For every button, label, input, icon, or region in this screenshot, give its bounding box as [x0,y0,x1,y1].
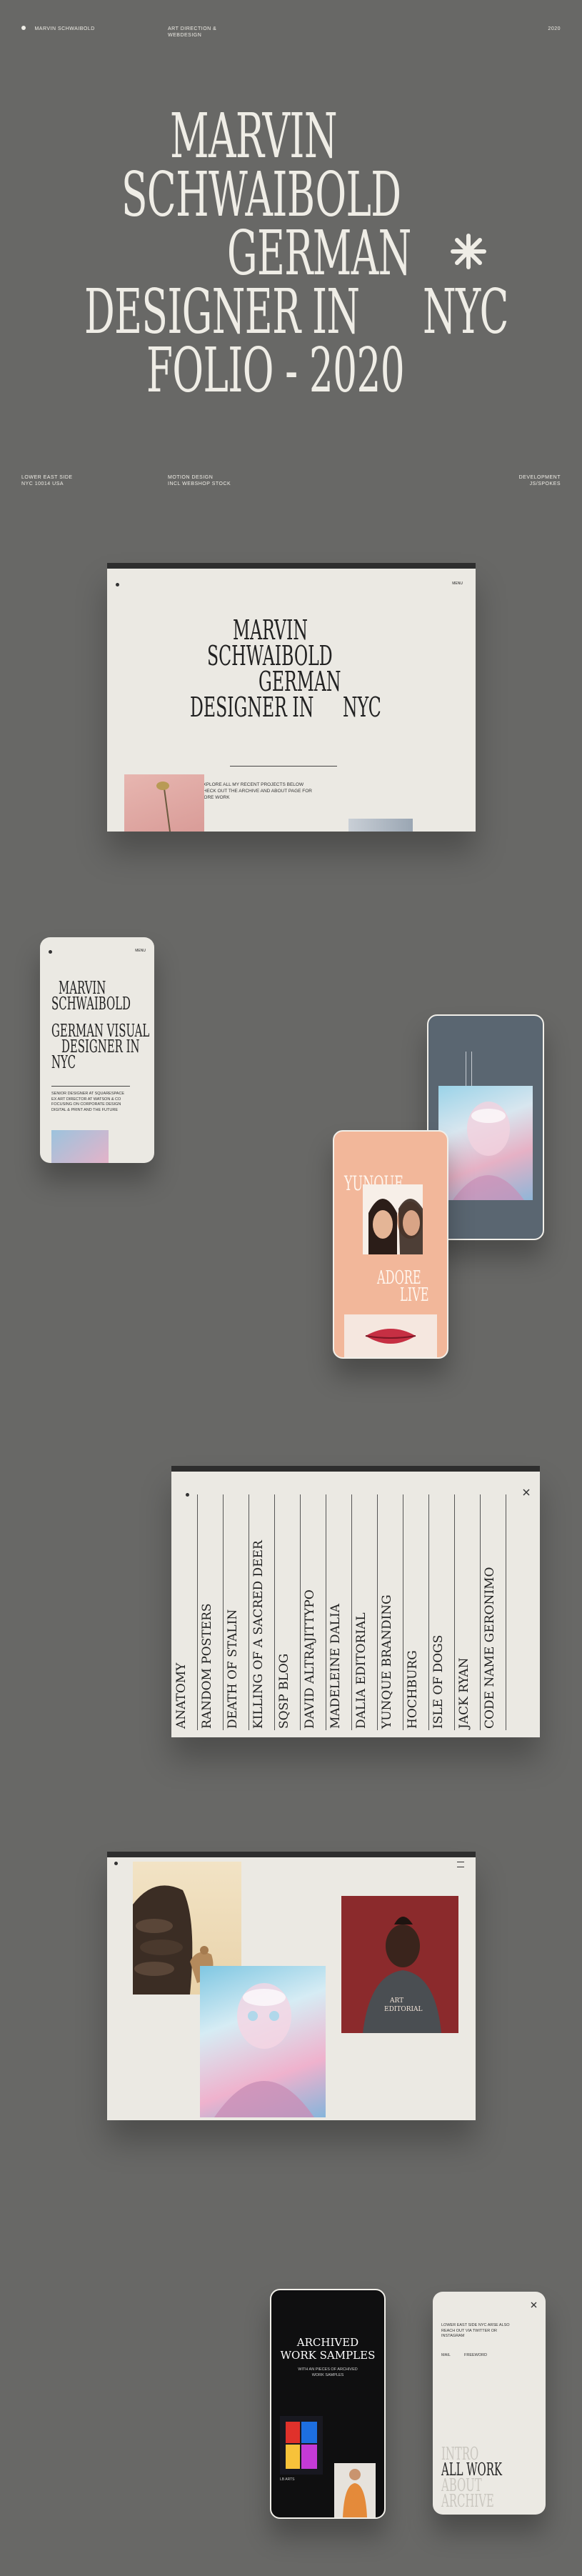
column-divider [300,1494,301,1730]
year-label: 2020 [548,26,561,31]
project-link[interactable]: DEATH OF STALIN [226,1609,240,1729]
column-divider [454,1494,455,1730]
hero-line-1: MARVIN [170,101,337,172]
live-text: LIVE [400,1284,429,1306]
logo-dot-icon [21,26,26,30]
hero-title: MARVIN SCHWAIBOLD GERMAN DESIGNER IN NYC… [0,101,582,407]
editorial-portrait-image[interactable]: ART EDITORIAL [341,1896,458,2033]
menu-icon[interactable] [457,1862,464,1867]
swimmer-figure [214,1983,314,2117]
lips-shape [365,1329,416,1344]
column-divider [197,1494,198,1730]
hero-line-2: SCHWAIBOLD [121,159,401,231]
project-link[interactable]: KILLING OF A SACRED DEER [251,1540,266,1729]
phone-mockup-archive: ARCHIVED WORK SAMPLES WITH AN PIECES OF … [270,2289,386,2519]
swimmer-portrait-image[interactable] [438,1086,533,1200]
project-link[interactable]: CODE NAME GERONIMO [483,1567,497,1729]
model-figures [368,1199,423,1254]
menu-link[interactable]: MENU [135,949,146,953]
desktop-title-1: MARVIN [233,614,308,646]
project-link[interactable]: ISLE OF DOGS [431,1635,446,1729]
desktop-title-4b: NYC [343,692,381,723]
project-link[interactable]: HOCHBURG [406,1650,420,1729]
services-info: MOTION DESIGN INCL WEBSHOP STOCK [168,475,231,486]
browser-bar [107,563,476,569]
orange-figure [343,2469,367,2517]
asterisk-icon [451,234,486,269]
project-link[interactable]: ANATOMY [174,1663,189,1729]
browser-bar [171,1466,540,1472]
menu-link[interactable]: MENU [452,581,463,586]
phone-mockup-yunque: YUNQUE ADORE LIVE [333,1130,448,1359]
project-link[interactable]: MADELEINE DALIA [328,1604,343,1729]
nav-archive[interactable]: ARCHIVE [441,2492,494,2510]
location-info: LOWER EAST SIDE NYC 10014 USA [21,475,73,486]
project-link[interactable]: DAVID ALTRAJITTYPO [303,1589,317,1729]
project-link[interactable]: DALIA EDITORIAL [354,1612,368,1729]
pink-project-image[interactable] [124,774,204,832]
archive-title-1: ARCHIVED [296,2336,359,2349]
logo-dot-icon [186,1493,189,1497]
contact-blurb: LOWER EAST SIDE NYC ARSE ALSO REACH OUT … [441,2323,510,2338]
model-portrait-image[interactable] [363,1184,423,1254]
desktop-mockup-home: MENU MARVIN SCHWAIBOLD GERMAN DESIGNER I… [107,563,476,832]
divider [51,1086,130,1087]
archive-title-2: WORK SAMPLES [280,2349,376,2362]
site-header: MARVIN SCHWAIBOLD [21,26,95,32]
phone-mockup-intro: MENU MARVIN SCHWAIBOLD GERMAN VISUAL DES… [40,937,154,1163]
phone-mockup-menu: LOWER EAST SIDE NYC ARSE ALSO REACH OUT … [433,2292,546,2515]
close-icon[interactable] [531,2302,537,2308]
hero-line-4b: NYC [423,276,508,348]
hero-line-5: FOLIO - 2020 [146,335,405,406]
close-icon[interactable] [523,1489,530,1496]
role-label: ART DIRECTION & WEBDESIGN [168,26,217,38]
mail-link[interactable]: MAIL [441,2353,451,2357]
hero-line-4a: DESIGNER IN [84,276,360,348]
project-link[interactable]: SQSP BLOG [277,1654,291,1729]
brand-name[interactable]: MARVIN SCHWAIBOLD [34,26,94,31]
logo-dot-icon [116,583,119,586]
column-divider [223,1494,224,1730]
column-divider [274,1494,275,1730]
column-divider [428,1494,429,1730]
desktop-title-3: GERMAN [259,666,341,697]
logo-dot-icon [114,1862,118,1865]
archive-caption: LB ARTS [280,2477,295,2482]
column-divider [377,1494,378,1730]
browser-bar [107,1852,476,1857]
portrait-caption: EDITORIAL [384,2006,423,2013]
desktop-title-4a: DESIGNER IN [190,692,314,723]
desktop-mockup-gallery: ART EDITORIAL [107,1852,476,2120]
blue-project-image[interactable] [348,819,413,832]
archive-subtitle: WITH AN PIECES OF ARCHIVED WORK SAMPLES [298,2367,358,2377]
archive-thumbnail-2[interactable] [334,2463,376,2517]
column-divider [480,1494,481,1730]
hero-line-3: GERMAN [227,218,411,289]
project-link[interactable]: RANDOM POSTERS [200,1603,214,1729]
desktop-title-2: SCHWAIBOLD [207,640,333,672]
logo-dot-icon [49,950,52,954]
portrait-caption: ART [390,1997,404,2005]
archive-thumbnail-1[interactable] [280,2416,323,2475]
development-info: DEVELOPMENT JS/SPOKES [518,475,561,486]
swimmer-figure [453,1102,524,1200]
intro-description: EXPLORE ALL MY RECENT PROJECTS BELOW CHE… [200,782,312,800]
phone-title-5: NYC [51,1052,76,1072]
phone-title-2: SCHWAIBOLD [51,994,131,1014]
lamp-illustration [156,782,171,832]
project-thumbnail[interactable] [51,1130,109,1163]
stained-glass-art [286,2422,317,2469]
swimmer-portrait-image[interactable] [200,1966,326,2117]
bio-text: SENIOR DESIGNER AT SQUARESPACE EX ART DI… [51,1092,125,1112]
divider [230,766,337,767]
desktop-mockup-project-list: ANATOMY RANDOM POSTERS DEATH OF STALIN K… [171,1466,540,1737]
freeword-link[interactable]: FREEWORD [464,2353,487,2357]
lips-closeup-image[interactable] [344,1314,437,1357]
project-link[interactable]: JACK RYAN [457,1657,471,1729]
column-divider [351,1494,352,1730]
project-link[interactable]: YUNQUE BRANDING [380,1594,394,1729]
